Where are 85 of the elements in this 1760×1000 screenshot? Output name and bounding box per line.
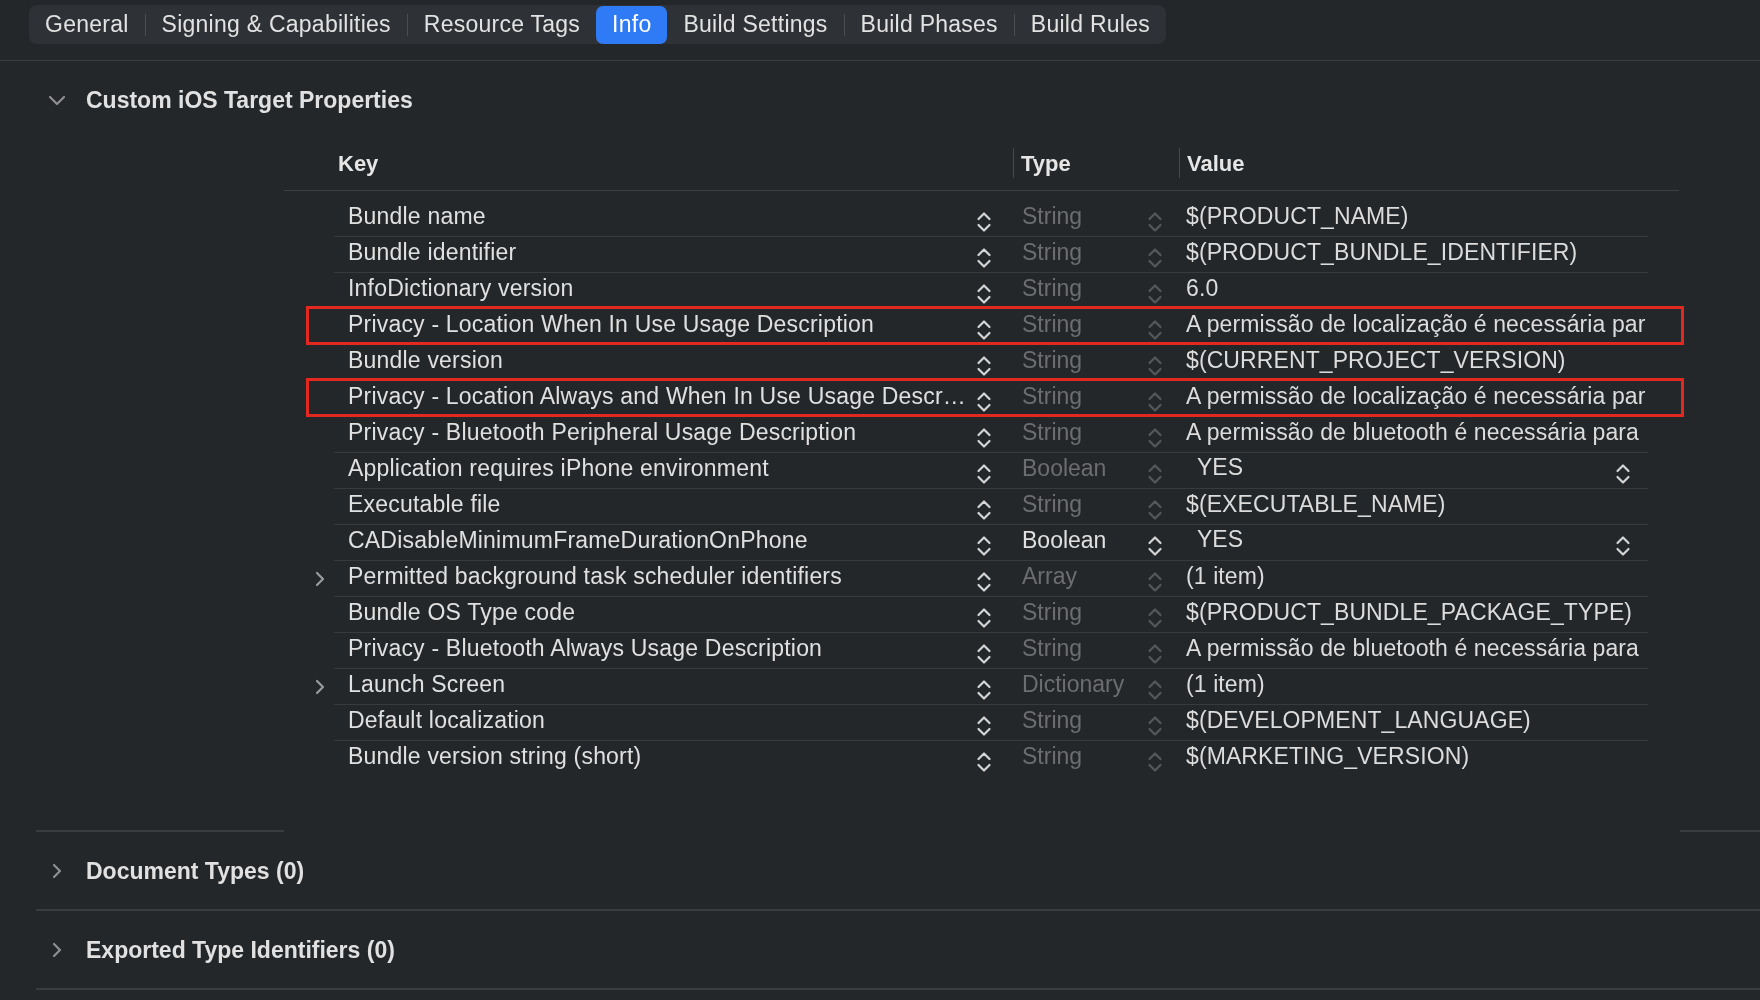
updown-chevron-icon [1615, 535, 1631, 557]
value-popup[interactable]: YES [1186, 525, 1631, 557]
updown-chevron-icon [1615, 463, 1631, 485]
updown-chevron-icon [1147, 319, 1163, 341]
type-popup[interactable]: Boolean [1022, 528, 1163, 557]
property-value: (1 item) [1186, 563, 1265, 589]
property-key: Bundle version [348, 347, 503, 373]
property-value: A permissão de bluetooth é necessária para [1186, 419, 1639, 445]
property-value: A permissão de localização é necessária par [1186, 311, 1646, 337]
updown-chevron-icon[interactable] [976, 355, 992, 377]
updown-chevron-icon[interactable] [976, 391, 992, 413]
property-key: Privacy - Bluetooth Peripheral Usage Description [348, 419, 857, 445]
updown-chevron-icon[interactable] [976, 463, 992, 485]
property-key: InfoDictionary version [348, 275, 574, 301]
property-value: 6.0 [1186, 275, 1219, 301]
property-key: Privacy - Bluetooth Always Usage Description [348, 635, 823, 661]
column-header: Value [1187, 151, 1245, 176]
chevron-right-icon[interactable] [52, 942, 62, 958]
updown-chevron-icon[interactable] [976, 211, 992, 233]
section-header[interactable]: Exported Type Identifiers (0) [48, 936, 395, 964]
property-key: Privacy - Location Always and When In Use Usage Descr… [348, 383, 966, 409]
updown-chevron-icon[interactable] [976, 571, 992, 593]
property-value: A permissão de bluetooth é necessária para [1186, 635, 1639, 661]
value-popup[interactable]: YES [1186, 453, 1631, 485]
property-key: Executable file [348, 491, 501, 517]
updown-chevron-icon [1147, 679, 1163, 701]
property-key: Bundle identifier [348, 239, 517, 265]
section-header[interactable]: Document Types (0) [48, 857, 305, 885]
updown-chevron-icon[interactable] [976, 535, 992, 557]
tab[interactable]: Build Rules [1014, 5, 1166, 44]
property-value: $(CURRENT_PROJECT_VERSION) [1186, 347, 1566, 373]
updown-chevron-icon[interactable] [976, 679, 992, 701]
updown-chevron-icon[interactable] [976, 751, 992, 773]
property-value: $(PRODUCT_BUNDLE_IDENTIFIER) [1186, 239, 1578, 265]
updown-chevron-icon [1147, 643, 1163, 665]
updown-chevron-icon [1147, 571, 1163, 593]
tab[interactable]: General [29, 5, 145, 44]
updown-chevron-icon [1147, 247, 1163, 269]
tab[interactable]: Signing & Capabilities [145, 5, 407, 44]
property-key: Launch Screen [348, 671, 506, 697]
property-value: $(PRODUCT_NAME) [1186, 203, 1409, 229]
property-value: $(EXECUTABLE_NAME) [1186, 491, 1446, 517]
updown-chevron-icon[interactable] [976, 319, 992, 341]
updown-chevron-icon[interactable] [976, 427, 992, 449]
property-key: Permitted background task scheduler identifiers [348, 563, 842, 589]
property-key: CADisableMinimumFrameDurationOnPhone [348, 527, 808, 553]
tab[interactable]: Build Settings [667, 5, 844, 44]
chevron-down-icon[interactable] [48, 94, 66, 106]
property-key: Privacy - Location When In Use Usage Description [348, 311, 875, 337]
updown-chevron-icon [1147, 391, 1163, 413]
updown-chevron-icon [1147, 283, 1163, 305]
updown-chevron-icon [1147, 427, 1163, 449]
tab[interactable]: Info [596, 5, 668, 44]
column-header: Type [1021, 151, 1071, 176]
updown-chevron-icon[interactable] [976, 247, 992, 269]
property-value: $(MARKETING_VERSION) [1186, 743, 1470, 769]
chevron-right-icon[interactable] [315, 571, 325, 587]
property-key: Application requires iPhone environment [348, 455, 769, 481]
property-value: A permissão de localização é necessária par [1186, 383, 1646, 409]
updown-chevron-icon[interactable] [976, 499, 992, 521]
property-value: $(PRODUCT_BUNDLE_PACKAGE_TYPE) [1186, 599, 1633, 625]
tab[interactable]: Build Phases [844, 5, 1014, 44]
updown-chevron-icon[interactable] [976, 715, 992, 737]
chevron-right-icon[interactable] [315, 679, 325, 695]
updown-chevron-icon [1147, 607, 1163, 629]
updown-chevron-icon[interactable] [976, 607, 992, 629]
section-header[interactable]: Custom iOS Target Properties [48, 86, 413, 114]
updown-chevron-icon[interactable] [976, 643, 992, 665]
property-value: (1 item) [1186, 671, 1265, 697]
column-header: Key [338, 151, 379, 176]
property-value: $(DEVELOPMENT_LANGUAGE) [1186, 707, 1531, 733]
tab[interactable]: Resource Tags [407, 5, 597, 44]
updown-chevron-icon [1147, 355, 1163, 377]
updown-chevron-icon[interactable] [976, 283, 992, 305]
property-key: Default localization [348, 707, 546, 733]
property-key: Bundle OS Type code [348, 599, 576, 625]
updown-chevron-icon [1147, 535, 1163, 557]
property-key: Bundle version string (short) [348, 743, 642, 769]
updown-chevron-icon [1147, 715, 1163, 737]
updown-chevron-icon [1147, 751, 1163, 773]
updown-chevron-icon [1147, 499, 1163, 521]
property-key: Bundle name [348, 203, 486, 229]
chevron-right-icon[interactable] [52, 863, 62, 879]
updown-chevron-icon [1147, 211, 1163, 233]
updown-chevron-icon [1147, 463, 1163, 485]
